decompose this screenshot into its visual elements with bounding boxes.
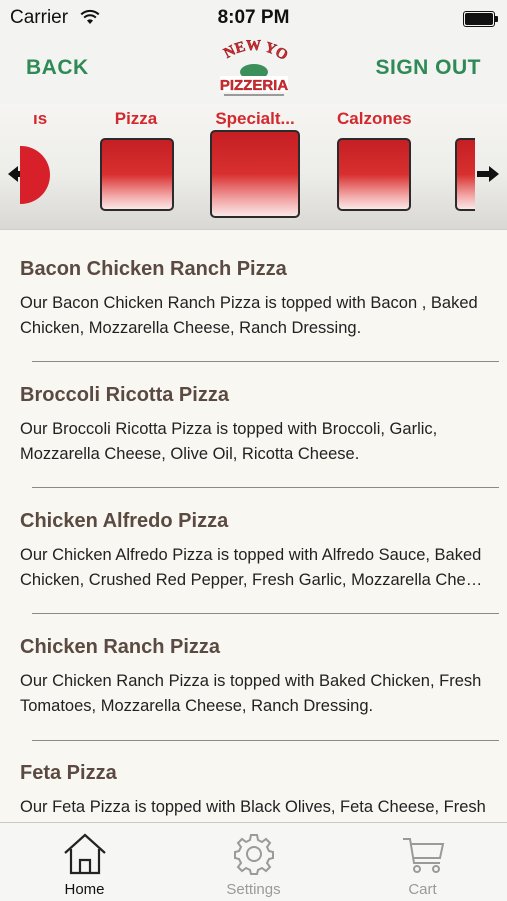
arrow-right-icon[interactable] bbox=[475, 164, 501, 184]
pizzeria-logo: NEW YORK PIZZERIA bbox=[214, 36, 291, 96]
tab-label-home: Home bbox=[64, 881, 105, 898]
status-bar: Carrier 8:07 PM bbox=[0, 0, 507, 36]
category-label-partial[interactable]: ıs bbox=[33, 109, 47, 129]
svg-text:NEW YORK: NEW YORK bbox=[214, 36, 290, 64]
back-button[interactable]: BACK bbox=[26, 56, 89, 80]
item-title: Feta Pizza bbox=[20, 762, 117, 784]
sign-out-button[interactable]: SIGN OUT bbox=[375, 56, 481, 80]
tab-cart[interactable]: Cart bbox=[338, 823, 507, 901]
category-label-pizza[interactable]: Pizza bbox=[100, 109, 172, 129]
divider bbox=[32, 361, 499, 362]
tab-bar: Home Settings Cart bbox=[0, 822, 507, 901]
item-title: Bacon Chicken Ranch Pizza bbox=[20, 258, 287, 280]
category-tile-specialty[interactable] bbox=[210, 130, 300, 218]
category-tile-calzones[interactable] bbox=[337, 138, 411, 211]
list-item[interactable]: Chicken Ranch Pizza Our Chicken Ranch Pi… bbox=[20, 636, 490, 719]
item-title: Chicken Alfredo Pizza bbox=[20, 510, 229, 532]
home-icon bbox=[64, 833, 106, 875]
list-item[interactable]: Broccoli Ricotta Pizza Our Broccoli Rico… bbox=[20, 384, 490, 467]
svg-text:PIZZERIA: PIZZERIA bbox=[220, 77, 289, 94]
divider bbox=[32, 740, 499, 741]
list-item[interactable]: Chicken Alfredo Pizza Our Chicken Alfred… bbox=[20, 510, 490, 593]
category-label-calzones[interactable]: Calzones bbox=[337, 109, 412, 129]
category-tile-pizza[interactable] bbox=[100, 138, 174, 211]
item-description: Our Feta Pizza is topped with Black Oliv… bbox=[20, 798, 486, 816]
category-label-specialty[interactable]: Specialt... bbox=[210, 109, 300, 129]
menu-list[interactable]: Bacon Chicken Ranch Pizza Our Bacon Chic… bbox=[0, 230, 507, 822]
tab-label-settings: Settings bbox=[226, 881, 281, 898]
tab-settings[interactable]: Settings bbox=[169, 823, 338, 901]
item-description: Our Bacon Chicken Ranch Pizza is topped … bbox=[20, 294, 478, 337]
tab-label-cart: Cart bbox=[408, 881, 437, 898]
cart-icon bbox=[403, 838, 445, 873]
divider bbox=[32, 613, 499, 614]
clock: 8:07 PM bbox=[217, 7, 290, 28]
category-carousel[interactable]: ıs Pizza Specialt... Calzones bbox=[0, 104, 507, 230]
gear-icon bbox=[234, 834, 274, 875]
item-title: Chicken Ranch Pizza bbox=[20, 636, 221, 658]
item-description: Our Broccoli Ricotta Pizza is topped wit… bbox=[20, 420, 438, 463]
nav-bar: BACK NEW YORK PIZZERIA SIGN OUT bbox=[0, 36, 507, 104]
tab-home[interactable]: Home bbox=[0, 823, 169, 901]
divider bbox=[32, 487, 499, 488]
item-description: Our Chicken Ranch Pizza is topped with B… bbox=[20, 672, 482, 715]
list-item[interactable]: Bacon Chicken Ranch Pizza Our Bacon Chic… bbox=[20, 258, 490, 341]
category-tile-next[interactable] bbox=[455, 138, 475, 211]
battery-icon bbox=[463, 11, 498, 27]
item-title: Broccoli Ricotta Pizza bbox=[20, 384, 229, 406]
item-description: Our Chicken Alfredo Pizza is topped with… bbox=[20, 546, 490, 589]
list-item[interactable]: Feta Pizza Our Feta Pizza is topped with… bbox=[20, 762, 490, 820]
category-tile-partial[interactable] bbox=[20, 146, 52, 204]
